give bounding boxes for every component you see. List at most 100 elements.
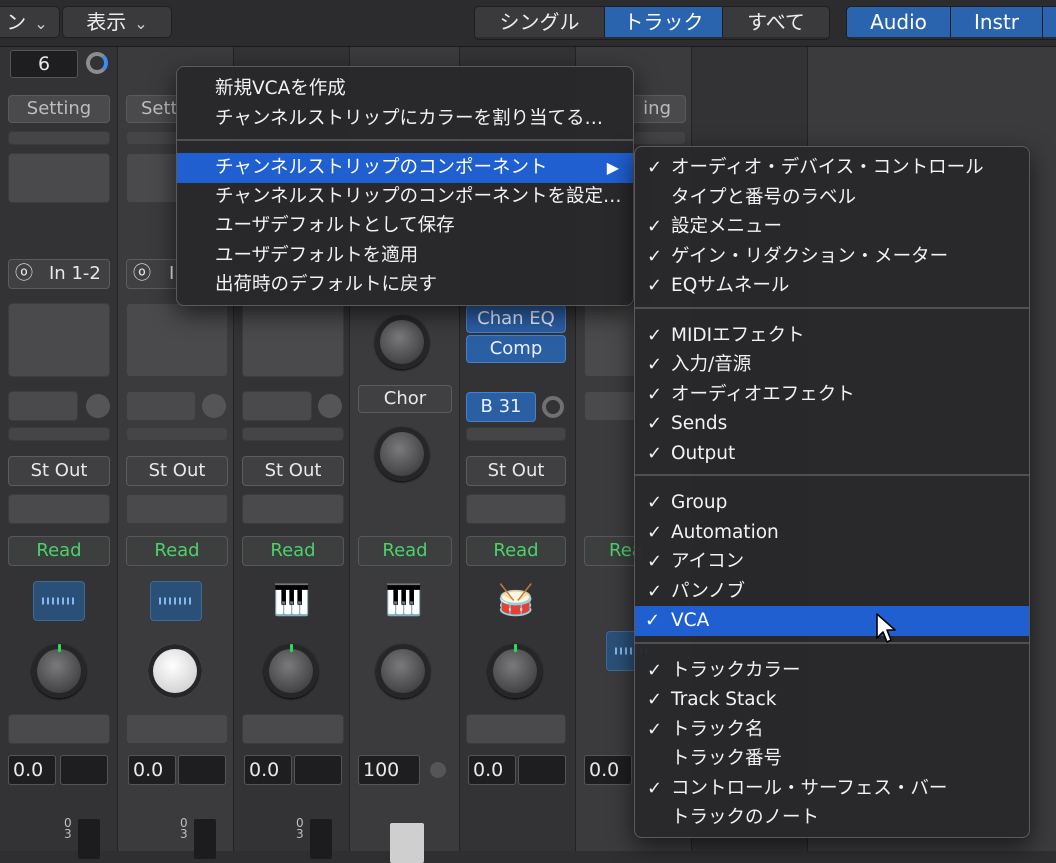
bus-send-button[interactable]: B 31 bbox=[466, 392, 536, 422]
submenu-item[interactable]: ✓ Output bbox=[641, 439, 1023, 469]
edit-menu-button[interactable]: ン ⌄ bbox=[0, 6, 60, 38]
submenu-item[interactable]: ✓ オーディオエフェクト bbox=[641, 380, 1023, 410]
submenu-item[interactable]: ✓ 設定メニュー bbox=[641, 212, 1023, 242]
submenu-item[interactable]: ✓ VCA bbox=[635, 606, 1029, 636]
automation-button[interactable]: Read bbox=[466, 536, 566, 566]
pan-knob[interactable] bbox=[32, 644, 86, 698]
volume-value[interactable]: 0.0 bbox=[8, 755, 56, 785]
type-instrument-button[interactable]: Instr bbox=[951, 7, 1043, 37]
menu-item-assign-color[interactable]: チャンネルストリップにカラーを割り当てる… bbox=[183, 104, 627, 134]
automation-button[interactable]: Read bbox=[358, 536, 452, 566]
group-slot[interactable] bbox=[242, 494, 344, 524]
submenu-item-label: Automation bbox=[671, 521, 779, 543]
volume-value[interactable]: 0.0 bbox=[584, 755, 632, 785]
waveform-icon[interactable] bbox=[33, 581, 85, 621]
volume-value[interactable]: 0.0 bbox=[244, 755, 292, 785]
menu-item-strip-components[interactable]: チャンネルストリップのコンポーネント ▶ bbox=[177, 153, 633, 183]
filter-single-button[interactable]: シングル bbox=[475, 7, 605, 37]
audio-fx-slot[interactable] bbox=[126, 303, 228, 377]
submenu-item[interactable]: ✓ EQサムネール bbox=[641, 271, 1023, 301]
submenu-item[interactable]: ✓ トラックカラー bbox=[641, 656, 1023, 686]
volume-value[interactable]: 100 bbox=[358, 755, 420, 785]
submenu-item-label: 入力/音源 bbox=[671, 354, 752, 375]
submenu-item[interactable]: ✓ ゲイン・リダクション・メーター bbox=[641, 242, 1023, 272]
submenu-item[interactable]: ✓ パンノブ bbox=[641, 577, 1023, 607]
volume-value[interactable]: 0.0 bbox=[468, 755, 516, 785]
submenu-item[interactable]: トラック番号 bbox=[641, 744, 1023, 774]
synth-keyboard-icon[interactable]: 🎹 bbox=[266, 581, 318, 621]
submenu-item[interactable]: ✓ MIDIエフェクト bbox=[641, 321, 1023, 351]
output-button[interactable]: St Out bbox=[8, 456, 110, 486]
submenu-item[interactable]: ✓ トラック名 bbox=[641, 715, 1023, 745]
setting-button[interactable]: Setting bbox=[8, 95, 110, 123]
send-knob[interactable] bbox=[318, 394, 342, 418]
submenu-item[interactable]: ✓ Track Stack bbox=[641, 685, 1023, 715]
group-slot[interactable] bbox=[126, 494, 228, 524]
vca-slot[interactable] bbox=[242, 714, 344, 744]
send-knob[interactable] bbox=[86, 394, 110, 418]
fader-scale: 03 bbox=[296, 816, 304, 841]
automation-button[interactable]: Read bbox=[242, 536, 344, 566]
checkmark-icon: ✓ bbox=[645, 610, 661, 631]
device-counter[interactable]: 6 bbox=[10, 50, 78, 78]
drum-kit-icon[interactable]: 🥁 bbox=[490, 581, 542, 621]
menu-item-new-vca[interactable]: 新規VCAを作成 bbox=[183, 74, 627, 104]
type-more-button[interactable] bbox=[1043, 7, 1056, 37]
menu-item-save-user-default[interactable]: ユーザデフォルトとして保存 bbox=[183, 211, 627, 241]
pan-knob[interactable] bbox=[376, 644, 430, 698]
submenu-item[interactable]: トラックのノート bbox=[641, 803, 1023, 833]
waveform-icon[interactable] bbox=[150, 581, 202, 621]
filter-tracks-button[interactable]: トラック bbox=[605, 7, 723, 37]
submenu-item[interactable]: タイプと番号のラベル bbox=[641, 183, 1023, 213]
group-slot[interactable] bbox=[466, 494, 566, 524]
submenu-item[interactable]: ✓ Automation bbox=[641, 518, 1023, 548]
group-slot[interactable] bbox=[8, 494, 110, 524]
level-meter bbox=[194, 819, 216, 859]
send-knob[interactable] bbox=[202, 394, 226, 418]
submenu-item[interactable]: ✓ Group bbox=[641, 488, 1023, 518]
instrument-knob[interactable] bbox=[375, 315, 429, 369]
send-slot[interactable] bbox=[8, 391, 78, 421]
submenu-item[interactable]: ✓ Sends bbox=[641, 409, 1023, 439]
type-audio-button[interactable]: Audio bbox=[847, 7, 951, 37]
pan-knob[interactable] bbox=[264, 644, 318, 698]
submenu-item-label: VCA bbox=[671, 610, 710, 631]
pan-knob[interactable] bbox=[148, 644, 202, 698]
pan-knob[interactable] bbox=[488, 644, 542, 698]
audio-fx-slot[interactable] bbox=[8, 303, 110, 377]
volume-value[interactable]: 0.0 bbox=[128, 755, 176, 785]
eq-thumbnail[interactable] bbox=[8, 153, 110, 203]
send-slot[interactable] bbox=[242, 391, 312, 421]
fader-handle[interactable] bbox=[390, 823, 424, 863]
filter-all-button[interactable]: すべて bbox=[723, 7, 829, 37]
view-menu-button[interactable]: 表示 ⌄ bbox=[62, 6, 172, 38]
send-button[interactable]: Chor bbox=[358, 385, 452, 413]
send-spacer bbox=[466, 427, 566, 441]
menu-item-configure-components[interactable]: チャンネルストリップのコンポーネントを設定… bbox=[183, 182, 627, 212]
send-slot[interactable] bbox=[126, 391, 196, 421]
input-button[interactable]: ⓞ In 1-2 bbox=[8, 259, 110, 289]
send-level-knob[interactable] bbox=[375, 427, 429, 481]
audio-fx-slot[interactable] bbox=[242, 303, 344, 377]
gain-ring-icon[interactable] bbox=[86, 52, 108, 74]
submenu-item[interactable]: ✓ 入力/音源 bbox=[641, 350, 1023, 380]
plugin-chan-eq[interactable]: Chan EQ bbox=[466, 305, 566, 333]
chevron-down-icon: ⌄ bbox=[134, 14, 148, 33]
send-level-ring[interactable] bbox=[542, 396, 564, 418]
output-button[interactable]: St Out bbox=[242, 456, 344, 486]
menu-item-factory-default[interactable]: 出荷時のデフォルトに戻す bbox=[183, 270, 627, 300]
submenu-item-label: オーディオエフェクト bbox=[671, 383, 855, 405]
output-button[interactable]: St Out bbox=[126, 456, 228, 486]
grand-piano-icon[interactable]: 🎹 bbox=[378, 581, 430, 621]
submenu-item[interactable]: ✓ アイコン bbox=[641, 547, 1023, 577]
vca-slot[interactable] bbox=[126, 714, 228, 744]
plugin-comp[interactable]: Comp bbox=[466, 335, 566, 363]
submenu-item[interactable]: ✓ オーディオ・デバイス・コントロール bbox=[641, 153, 1023, 183]
submenu-item[interactable]: ✓ コントロール・サーフェス・バー bbox=[641, 774, 1023, 804]
automation-button[interactable]: Read bbox=[126, 536, 228, 566]
menu-item-apply-user-default[interactable]: ユーザデフォルトを適用 bbox=[183, 241, 627, 271]
automation-button[interactable]: Read bbox=[8, 536, 110, 566]
vca-slot[interactable] bbox=[466, 714, 566, 744]
vca-slot[interactable] bbox=[8, 714, 110, 744]
output-button[interactable]: St Out bbox=[466, 456, 566, 486]
